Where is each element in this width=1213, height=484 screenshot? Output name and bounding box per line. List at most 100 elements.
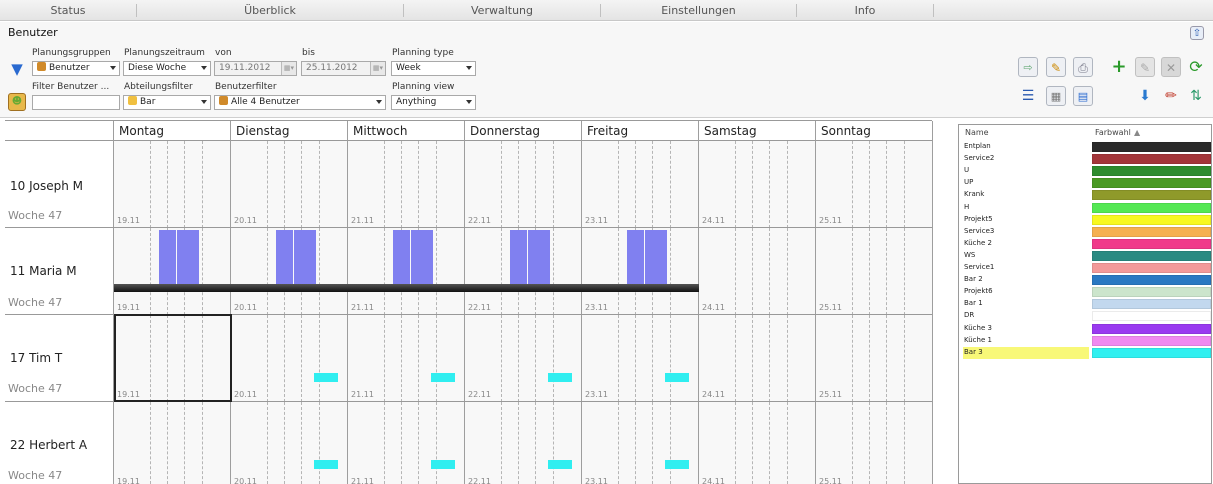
shift-block[interactable]	[314, 373, 338, 382]
menu-status[interactable]: Status	[0, 0, 136, 21]
day-cell[interactable]	[582, 402, 699, 484]
legend-item-name[interactable]: Bar 2	[964, 274, 983, 285]
refresh-icon[interactable]: ⟳	[1186, 57, 1206, 77]
von-date-field[interactable]: 19.11.2012 ▦▾	[214, 61, 297, 76]
absence-bar[interactable]	[114, 284, 699, 292]
legend-header-name[interactable]: Name	[965, 128, 989, 137]
day-cell[interactable]	[348, 315, 465, 402]
legend-item-name[interactable]: Service2	[964, 153, 994, 164]
legend-header-color[interactable]: Farbwahl	[1095, 128, 1131, 137]
shift-block[interactable]	[548, 460, 572, 469]
calendar-icon[interactable]: ▦▾	[370, 62, 385, 75]
planungszeitraum-select[interactable]: Diese Woche	[123, 61, 211, 76]
menu-verwaltung[interactable]: Verwaltung	[404, 0, 600, 21]
shift-block[interactable]	[276, 230, 293, 284]
gridline	[618, 228, 619, 315]
legend-item-name[interactable]: Service3	[964, 226, 994, 237]
legend-item-name[interactable]: Bar 1	[964, 298, 983, 309]
day-cell[interactable]	[816, 228, 933, 315]
shift-block[interactable]	[510, 230, 527, 284]
import-icon[interactable]: ⇨	[1018, 57, 1038, 77]
print-icon[interactable]: ⎙	[1073, 57, 1093, 77]
shift-block[interactable]	[159, 230, 176, 284]
legend-item-name[interactable]: Krank	[964, 189, 984, 200]
day-cell[interactable]	[816, 141, 933, 228]
day-cell[interactable]	[699, 228, 816, 315]
day-cell[interactable]	[582, 315, 699, 402]
day-cell[interactable]	[114, 141, 231, 228]
legend-item-name[interactable]: Küche 2	[964, 238, 992, 249]
legend-item-name[interactable]: U	[964, 165, 969, 176]
legend-item-name[interactable]: Entplan	[964, 141, 991, 152]
menu-einstellungen[interactable]: Einstellungen	[601, 0, 796, 21]
list-icon[interactable]: ☰	[1018, 86, 1038, 106]
day-cell[interactable]	[699, 402, 816, 484]
day-cell[interactable]	[114, 402, 231, 484]
day-cell[interactable]	[699, 141, 816, 228]
shift-block[interactable]	[528, 230, 550, 284]
add-icon[interactable]: +	[1109, 57, 1129, 77]
abteilungsfilter-select[interactable]: Bar	[123, 95, 211, 110]
user-group-icon[interactable]: ☻	[8, 93, 26, 111]
selected-cell[interactable]	[114, 314, 232, 402]
edit-document-icon[interactable]: ✎	[1046, 57, 1066, 77]
shift-block[interactable]	[665, 373, 689, 382]
day-cell[interactable]	[231, 315, 348, 402]
shift-block[interactable]	[645, 230, 667, 284]
table-icon[interactable]: ▦	[1046, 86, 1066, 106]
day-cell[interactable]	[699, 315, 816, 402]
shift-block[interactable]	[665, 460, 689, 469]
legend-item-name[interactable]: UP	[964, 177, 973, 188]
swap-icon[interactable]: ⇅	[1186, 86, 1206, 106]
day-cell[interactable]	[465, 315, 582, 402]
legend-item-name[interactable]: Projekt6	[964, 286, 993, 297]
date-label: 23.11	[585, 390, 608, 399]
gridline	[418, 315, 419, 402]
shift-block[interactable]	[411, 230, 433, 284]
shift-block[interactable]	[431, 460, 455, 469]
collapse-icon[interactable]: ⇧	[1190, 26, 1204, 40]
legend-item-name[interactable]: Service1	[964, 262, 994, 273]
calendar-icon[interactable]: ▦▾	[281, 62, 296, 75]
pencil-icon[interactable]: ✏	[1161, 86, 1181, 106]
day-cell[interactable]	[582, 141, 699, 228]
form-icon[interactable]: ▤	[1073, 86, 1093, 106]
filter-icon[interactable]: ▼	[8, 60, 26, 78]
gridline	[787, 402, 788, 484]
benutzerfilter-select[interactable]: Alle 4 Benutzer	[214, 95, 386, 110]
edit-icon[interactable]: ✎	[1135, 57, 1155, 77]
legend-item-name[interactable]: Projekt5	[964, 214, 993, 225]
planning-view-select[interactable]: Anything	[391, 95, 476, 110]
shift-block[interactable]	[294, 230, 316, 284]
day-cell[interactable]	[348, 402, 465, 484]
legend-item-name[interactable]: Bar 3	[964, 347, 983, 358]
day-cell[interactable]	[816, 315, 933, 402]
legend-item-name[interactable]: H	[964, 202, 969, 213]
download-icon[interactable]: ⬇	[1135, 86, 1155, 106]
shift-block[interactable]	[548, 373, 572, 382]
legend-item-name[interactable]: Küche 1	[964, 335, 992, 346]
day-cell[interactable]	[348, 141, 465, 228]
day-cell[interactable]	[816, 402, 933, 484]
planungsgruppen-select[interactable]: Benutzer	[32, 61, 120, 76]
shift-block[interactable]	[314, 460, 338, 469]
legend-item-name[interactable]: DR	[964, 310, 974, 321]
shift-block[interactable]	[393, 230, 410, 284]
day-cell[interactable]	[231, 402, 348, 484]
gridline	[267, 402, 268, 484]
day-cell[interactable]	[465, 402, 582, 484]
legend-item-name[interactable]: WS	[964, 250, 975, 261]
bis-date-field[interactable]: 25.11.2012 ▦▾	[301, 61, 386, 76]
planning-type-select[interactable]: Week	[391, 61, 476, 76]
filter-benutzer-input[interactable]	[32, 95, 120, 110]
day-cell[interactable]	[231, 141, 348, 228]
menu-info[interactable]: Info	[797, 0, 933, 21]
shift-block[interactable]	[627, 230, 644, 284]
date-label: 19.11	[117, 303, 140, 312]
delete-icon[interactable]: ✕	[1161, 57, 1181, 77]
legend-item-name[interactable]: Küche 3	[964, 323, 992, 334]
day-cell[interactable]	[465, 141, 582, 228]
shift-block[interactable]	[177, 230, 199, 284]
shift-block[interactable]	[431, 373, 455, 382]
menu-ueberblick[interactable]: Überblick	[137, 0, 403, 21]
